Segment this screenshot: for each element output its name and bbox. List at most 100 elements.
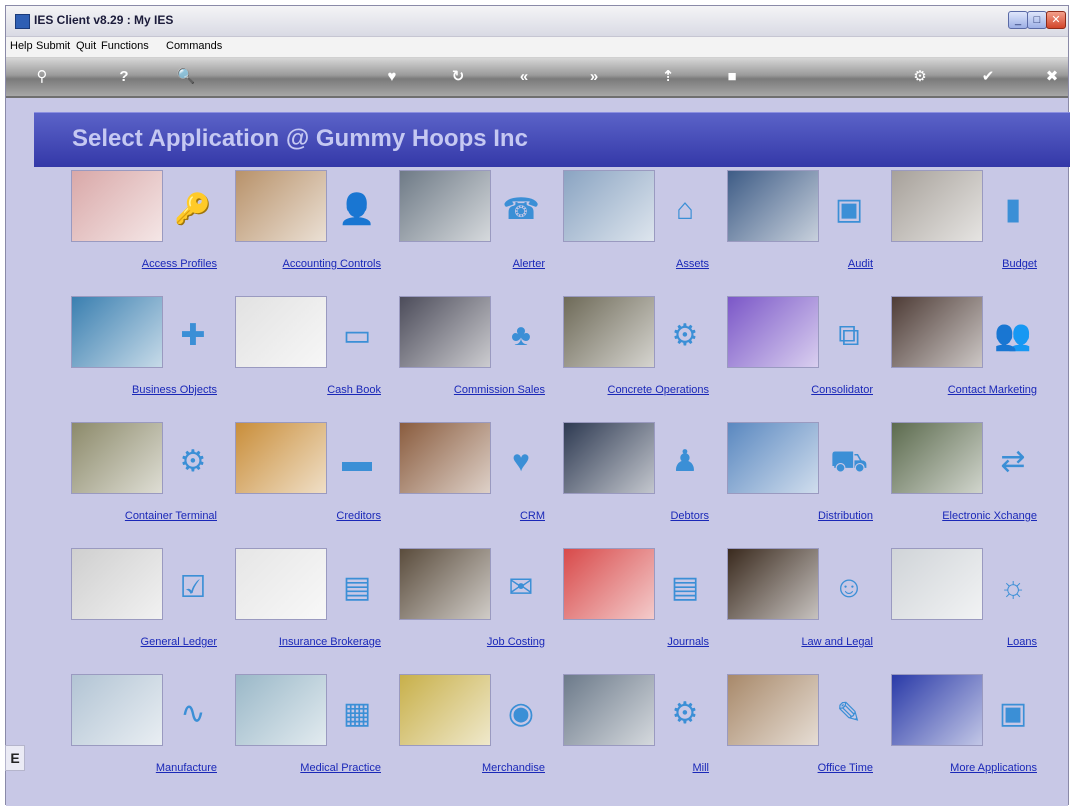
app-link[interactable]: Access Profiles <box>142 258 217 270</box>
phone-icon[interactable]: ☎ <box>501 190 541 230</box>
key-icon[interactable]: ⚲ <box>28 67 56 87</box>
app-tile[interactable]: ☼ Loans <box>891 548 1055 668</box>
app-photo[interactable] <box>891 548 983 620</box>
check-icon[interactable]: ✔ <box>974 67 1002 87</box>
users-icon[interactable]: ☺ <box>829 568 869 608</box>
app-photo[interactable] <box>563 296 655 368</box>
menu-submit[interactable]: Submit <box>36 40 70 52</box>
app-link[interactable]: Container Terminal <box>125 510 217 522</box>
sales-icon[interactable]: ♣ <box>501 316 541 356</box>
maximize-button[interactable]: □ <box>1027 11 1047 29</box>
app-tile[interactable]: ▤ Insurance Brokerage <box>235 548 399 668</box>
app-tile[interactable]: ♟ Debtors <box>563 422 727 542</box>
app-link[interactable]: More Applications <box>950 762 1037 774</box>
app-photo[interactable] <box>563 170 655 242</box>
gears-icon[interactable]: ⚙ <box>173 442 213 482</box>
app-tile[interactable]: ▤ Journals <box>563 548 727 668</box>
heart-icon[interactable]: ♥ <box>501 442 541 482</box>
app-photo[interactable] <box>727 674 819 746</box>
bar-chart-icon[interactable]: ▮ <box>993 190 1033 230</box>
app-tile[interactable]: ✚ Business Objects <box>71 296 235 416</box>
app-tile[interactable]: ⧉ Consolidator <box>727 296 891 416</box>
app-tile[interactable]: ✎ Office Time <box>727 674 891 794</box>
app-link[interactable]: Consolidator <box>811 384 873 396</box>
app-link[interactable]: Commission Sales <box>454 384 545 396</box>
app-link[interactable]: Law and Legal <box>801 636 873 648</box>
close-button[interactable]: ✕ <box>1046 11 1066 29</box>
refresh-icon[interactable]: ↻ <box>444 67 472 87</box>
stop-icon[interactable]: ■ <box>718 67 746 87</box>
app-photo[interactable] <box>399 422 491 494</box>
app-tile[interactable]: ♣ Commission Sales <box>399 296 563 416</box>
app-photo[interactable] <box>71 170 163 242</box>
app-photo[interactable] <box>399 170 491 242</box>
app-link[interactable]: Loans <box>1007 636 1037 648</box>
app-photo[interactable] <box>235 170 327 242</box>
app-photo[interactable] <box>727 422 819 494</box>
exchange-icon[interactable]: ⇄ <box>993 442 1033 482</box>
menu-commands[interactable]: Commands <box>166 40 222 52</box>
app-photo[interactable] <box>891 422 983 494</box>
app-tile[interactable]: ▦ Medical Practice <box>235 674 399 794</box>
app-tile[interactable]: ⛟ Distribution <box>727 422 891 542</box>
app-link[interactable]: Alerter <box>513 258 545 270</box>
app-tile[interactable]: ∿ Manufacture <box>71 674 235 794</box>
app-link[interactable]: Mill <box>693 762 710 774</box>
app-photo[interactable] <box>891 170 983 242</box>
hands-icon[interactable]: ☼ <box>993 568 1033 608</box>
app-photo[interactable] <box>399 548 491 620</box>
app-photo[interactable] <box>891 674 983 746</box>
document-icon[interactable]: ▤ <box>665 568 705 608</box>
home-icon[interactable]: ⌂ <box>665 190 705 230</box>
app-tile[interactable]: ⌂ Assets <box>563 170 727 290</box>
app-photo[interactable] <box>891 296 983 368</box>
settings-icon[interactable]: ⚙ <box>906 67 934 87</box>
app-link[interactable]: Budget <box>1002 258 1037 270</box>
app-photo[interactable] <box>235 548 327 620</box>
gears-icon[interactable]: ⚙ <box>665 316 705 356</box>
app-photo[interactable] <box>727 296 819 368</box>
people-icon[interactable]: ✎ <box>829 694 869 734</box>
monitor-icon[interactable]: ▣ <box>993 694 1033 734</box>
app-tile[interactable]: ⚙ Concrete Operations <box>563 296 727 416</box>
app-link[interactable]: Merchandise <box>482 762 545 774</box>
app-link[interactable]: Assets <box>676 258 709 270</box>
gears-icon[interactable]: ⚙ <box>665 694 705 734</box>
app-photo[interactable] <box>563 422 655 494</box>
app-photo[interactable] <box>71 674 163 746</box>
app-link[interactable]: Electronic Xchange <box>942 510 1037 522</box>
menu-help[interactable]: Help <box>10 40 33 52</box>
app-link[interactable]: Cash Book <box>327 384 381 396</box>
app-link[interactable]: Manufacture <box>156 762 217 774</box>
card-icon[interactable]: ▭ <box>337 316 377 356</box>
app-tile[interactable]: 👥 Contact Marketing <box>891 296 1055 416</box>
help-icon[interactable]: ? <box>110 67 138 87</box>
app-photo[interactable] <box>235 674 327 746</box>
truck-icon[interactable]: ⛟ <box>829 442 869 482</box>
app-photo[interactable] <box>727 170 819 242</box>
app-link[interactable]: Audit <box>848 258 873 270</box>
app-tile[interactable]: ▮ Budget <box>891 170 1055 290</box>
people-icon[interactable]: ♟ <box>665 442 705 482</box>
app-link[interactable]: CRM <box>520 510 545 522</box>
app-photo[interactable] <box>563 674 655 746</box>
last-icon[interactable]: » <box>580 67 608 87</box>
app-link[interactable]: Debtors <box>670 510 709 522</box>
monitor-icon[interactable]: ▣ <box>829 190 869 230</box>
chat-icon[interactable]: ✉ <box>501 568 541 608</box>
puzzle-icon[interactable]: ✚ <box>173 316 213 356</box>
side-tab[interactable]: E <box>5 745 25 771</box>
app-tile[interactable]: ▣ Audit <box>727 170 891 290</box>
app-photo[interactable] <box>235 422 327 494</box>
app-photo[interactable] <box>71 296 163 368</box>
menu-quit[interactable]: Quit <box>76 40 96 52</box>
search-icon[interactable]: 🔍 <box>172 67 200 87</box>
card-icon[interactable]: ▬ <box>337 442 377 482</box>
app-tile[interactable]: ♥ CRM <box>399 422 563 542</box>
key-icon[interactable]: 🔑 <box>173 190 213 230</box>
app-photo[interactable] <box>71 422 163 494</box>
app-link[interactable]: Accounting Controls <box>283 258 381 270</box>
app-tile[interactable]: ⇄ Electronic Xchange <box>891 422 1055 542</box>
heart-icon[interactable]: ♥ <box>378 67 406 87</box>
app-tile[interactable]: ▬ Creditors <box>235 422 399 542</box>
